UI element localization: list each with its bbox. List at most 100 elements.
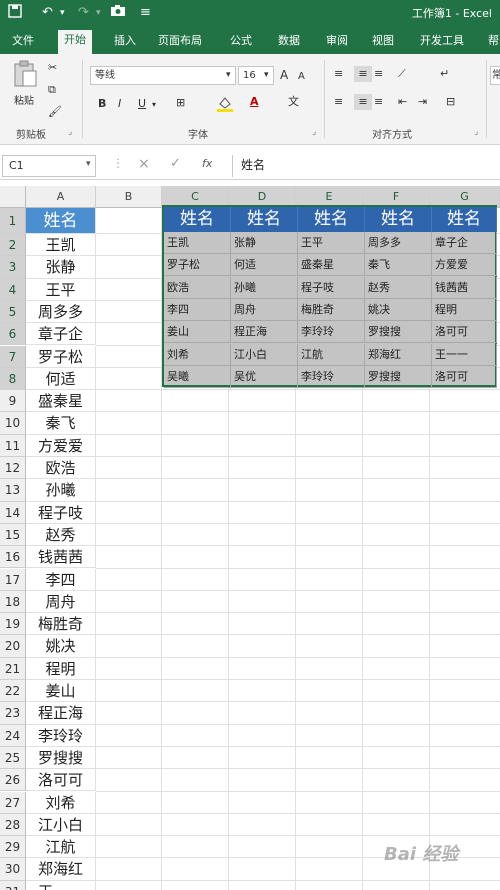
row-header[interactable]: 8 [0, 367, 26, 391]
row-header[interactable]: 27 [0, 791, 26, 814]
number-format-select[interactable]: 常 [490, 66, 500, 85]
range-cell[interactable]: 洛可可 [432, 321, 497, 344]
underline-dropdown-icon[interactable]: ▾ [152, 97, 156, 113]
range-cell[interactable]: 姚决 [365, 298, 432, 321]
row-header[interactable]: 29 [0, 836, 26, 859]
row-header[interactable]: 23 [0, 702, 26, 725]
formula-input[interactable]: 姓名 [232, 155, 498, 177]
name-cell[interactable]: 洛可可 [26, 769, 96, 792]
tab-data[interactable]: 数据 [272, 32, 306, 54]
range-cell[interactable]: 方爱爱 [432, 254, 497, 277]
range-cell[interactable]: 江小白 [231, 343, 298, 366]
name-box-dropdown-icon[interactable]: ▾ [86, 159, 91, 169]
row-header[interactable]: 19 [0, 613, 26, 636]
row-header[interactable]: 1 [0, 208, 26, 234]
range-cell[interactable]: 罗搜搜 [365, 321, 432, 344]
name-cell[interactable]: 罗子松 [26, 345, 96, 368]
row-header[interactable]: 21 [0, 657, 26, 680]
range-header-cell[interactable]: 姓名 [432, 207, 497, 232]
range-cell[interactable]: 郑海红 [365, 343, 432, 366]
clipboard-launcher-icon[interactable]: ⌟ [68, 124, 72, 140]
range-cell[interactable]: 周舟 [231, 298, 298, 321]
range-header-cell[interactable]: 姓名 [298, 207, 365, 232]
font-name-dropdown-icon[interactable]: ▾ [226, 67, 231, 83]
range-cell[interactable]: 李四 [164, 298, 231, 321]
paste-button[interactable]: 粘贴 [14, 94, 34, 110]
name-cell[interactable]: 程正海 [26, 702, 96, 725]
name-cell[interactable]: 秦飞 [26, 412, 96, 435]
name-cell[interactable]: 孙曦 [26, 479, 96, 502]
range-cell[interactable]: 罗子松 [164, 254, 231, 277]
range-cell[interactable]: 王凯 [164, 232, 231, 254]
row-header[interactable]: 5 [0, 300, 26, 324]
tab-view[interactable]: 视图 [366, 32, 400, 54]
name-cell[interactable]: 刘希 [26, 791, 96, 814]
range-cell[interactable]: 吴曦 [164, 365, 231, 388]
row-header[interactable]: 14 [0, 501, 26, 524]
range-header-cell[interactable]: 姓名 [231, 207, 298, 232]
decrease-font-button[interactable]: A [298, 69, 305, 85]
name-cell[interactable]: 盛秦星 [26, 390, 96, 413]
name-cell[interactable]: 郑海红 [26, 858, 96, 881]
name-cell[interactable]: 周舟 [26, 590, 96, 614]
row-header[interactable]: 6 [0, 323, 26, 346]
save-icon[interactable] [8, 4, 22, 22]
tab-formulas[interactable]: 公式 [224, 32, 258, 54]
name-cell[interactable]: 王一一 [26, 880, 96, 890]
name-header-cell[interactable]: 姓名 [26, 208, 96, 234]
increase-font-button[interactable]: A [280, 67, 288, 83]
range-cell[interactable]: 何适 [231, 254, 298, 277]
decrease-indent-icon[interactable]: ⇤ [398, 94, 407, 110]
name-cell[interactable]: 程明 [26, 657, 96, 680]
row-header[interactable]: 28 [0, 813, 26, 837]
borders-icon[interactable]: ⊞ [176, 95, 185, 111]
tab-page-layout[interactable]: 页面布局 [152, 32, 208, 54]
row-header[interactable]: 15 [0, 523, 26, 547]
name-cell[interactable]: 程子吱 [26, 501, 96, 524]
row-header[interactable]: 31 [0, 880, 26, 890]
name-cell[interactable]: 钱茜茜 [26, 546, 96, 569]
range-cell[interactable]: 钱茜茜 [432, 276, 497, 299]
name-cell[interactable]: 李四 [26, 568, 96, 591]
name-cell[interactable]: 方爱爱 [26, 434, 96, 457]
name-cell[interactable]: 王凯 [26, 234, 96, 257]
tab-file[interactable]: 文件 [6, 32, 40, 54]
select-all-corner[interactable] [0, 186, 26, 208]
range-header-cell[interactable]: 姓名 [365, 207, 432, 232]
range-header-cell[interactable]: 姓名 [164, 207, 231, 232]
font-color-button[interactable]: A [250, 94, 259, 110]
row-header[interactable]: 7 [0, 345, 26, 368]
phonetic-icon[interactable]: 文 [288, 94, 299, 110]
range-cell[interactable]: 王平 [298, 232, 365, 254]
range-cell[interactable]: 秦飞 [365, 254, 432, 277]
row-header[interactable]: 4 [0, 278, 26, 301]
fill-color-icon[interactable] [216, 94, 234, 117]
column-header-b[interactable]: B [96, 186, 162, 208]
row-header[interactable]: 20 [0, 635, 26, 658]
enter-icon[interactable]: ✓ [170, 156, 181, 171]
row-header[interactable]: 17 [0, 568, 26, 591]
alignment-launcher-icon[interactable]: ⌟ [474, 124, 478, 140]
range-cell[interactable]: 赵秀 [365, 276, 432, 299]
customize-toolbar-icon[interactable]: ≡ [140, 4, 151, 22]
row-header[interactable]: 22 [0, 680, 26, 703]
range-cell[interactable]: 李玲玲 [298, 365, 365, 388]
name-cell[interactable]: 梅胜奇 [26, 613, 96, 636]
align-center-icon[interactable]: ≡ [354, 94, 372, 110]
row-header[interactable]: 11 [0, 434, 26, 457]
row-header[interactable]: 26 [0, 769, 26, 792]
name-cell[interactable]: 赵秀 [26, 523, 96, 547]
cancel-icon[interactable]: × [138, 156, 150, 172]
insert-function-icon[interactable]: fx [202, 157, 212, 170]
tab-help[interactable]: 帮 [482, 32, 500, 54]
camera-icon[interactable] [110, 4, 126, 22]
font-name-select[interactable]: 等线 [90, 66, 236, 85]
range-cell[interactable]: 江航 [298, 343, 365, 366]
name-box[interactable]: C1 [2, 155, 96, 177]
merge-center-icon[interactable]: ⊟ [446, 94, 455, 110]
range-cell[interactable]: 王一一 [432, 343, 497, 366]
tab-insert[interactable]: 插入 [108, 32, 142, 54]
row-header[interactable]: 12 [0, 457, 26, 480]
font-size-dropdown-icon[interactable]: ▾ [264, 67, 269, 83]
row-header[interactable]: 3 [0, 256, 26, 279]
